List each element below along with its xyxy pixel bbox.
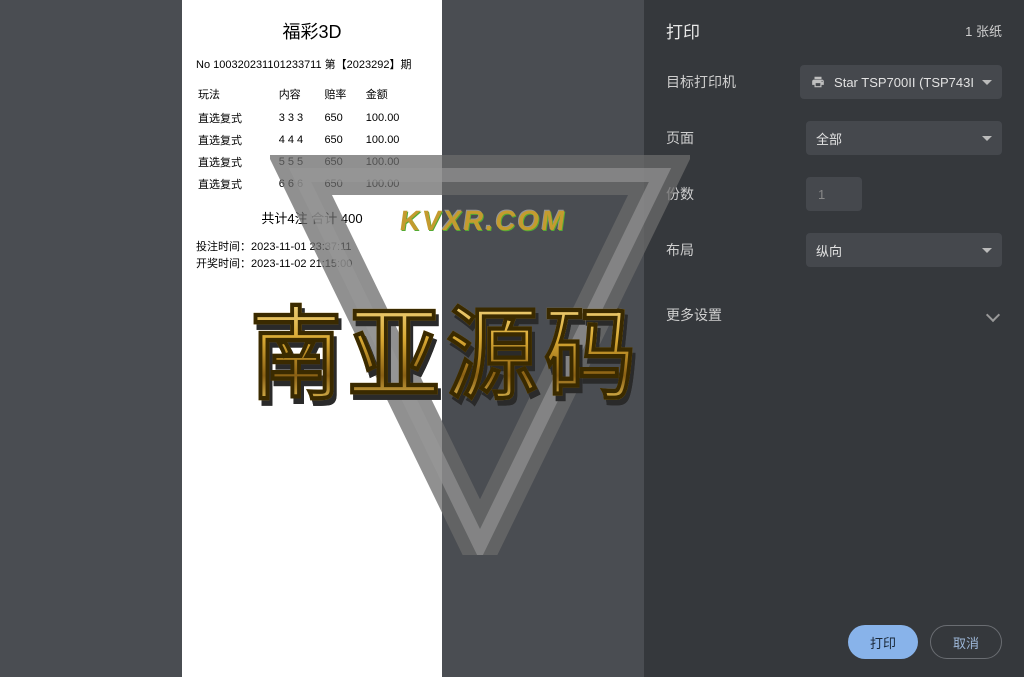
draw-time-label: 开奖时间： <box>196 258 251 270</box>
layout-value: 纵向 <box>816 241 842 260</box>
caret-down-icon <box>982 80 992 85</box>
printer-icon <box>810 75 826 89</box>
printer-label: 目标打印机 <box>666 72 800 92</box>
table-row: 直选复式 3 3 3 650 100.00 <box>198 108 426 128</box>
print-button[interactable]: 打印 <box>848 625 918 659</box>
receipt-document: 福彩3D No 100320231101233711 第【2023292】期 玩… <box>182 0 442 677</box>
table-row: 直选复式 5 5 5 650 100.00 <box>198 152 426 172</box>
more-settings-toggle[interactable]: 更多设置 <box>666 289 1002 341</box>
layout-select[interactable]: 纵向 <box>806 233 1002 267</box>
bet-time-label: 投注时间： <box>196 241 251 253</box>
col-header: 玩法 <box>198 86 277 106</box>
print-settings-panel: 打印 1 张纸 目标打印机 Star TSP700II (TSP743I <box>644 0 1024 677</box>
print-preview-area: 福彩3D No 100320231101233711 第【2023292】期 玩… <box>0 0 644 677</box>
pages-label: 页面 <box>666 128 806 148</box>
copies-input[interactable] <box>806 177 862 211</box>
receipt-total: 共计4注 合计 400 <box>196 208 428 227</box>
table-row: 直选复式 4 4 4 650 100.00 <box>198 130 426 150</box>
bet-time-value: 2023-11-01 23:37:11 <box>251 241 352 253</box>
pages-select[interactable]: 全部 <box>806 121 1002 155</box>
draw-time-value: 2023-11-02 21:15:00 <box>251 258 352 270</box>
copies-label: 份数 <box>666 184 806 204</box>
printer-select[interactable]: Star TSP700II (TSP743I <box>800 65 1002 99</box>
receipt-table: 玩法 内容 赔率 金额 直选复式 3 3 3 650 100.00 直选复式 <box>196 84 428 196</box>
table-row: 直选复式 6 6 6 650 100.00 <box>198 174 426 194</box>
printer-value: Star TSP700II (TSP743I <box>834 75 974 90</box>
receipt-number-line: No 100320231101233711 第【2023292】期 <box>196 56 428 72</box>
chevron-down-icon <box>986 308 1000 322</box>
col-header: 赔率 <box>324 86 363 106</box>
pages-value: 全部 <box>816 129 842 148</box>
col-header: 内容 <box>279 86 323 106</box>
col-header: 金额 <box>366 86 426 106</box>
panel-title: 打印 <box>666 18 700 43</box>
sheet-count: 1 张纸 <box>965 21 1002 40</box>
more-settings-label: 更多设置 <box>666 305 722 325</box>
receipt-title: 福彩3D <box>196 18 428 44</box>
cancel-button[interactable]: 取消 <box>930 625 1002 659</box>
caret-down-icon <box>982 136 992 141</box>
layout-label: 布局 <box>666 240 806 260</box>
caret-down-icon <box>982 248 992 253</box>
